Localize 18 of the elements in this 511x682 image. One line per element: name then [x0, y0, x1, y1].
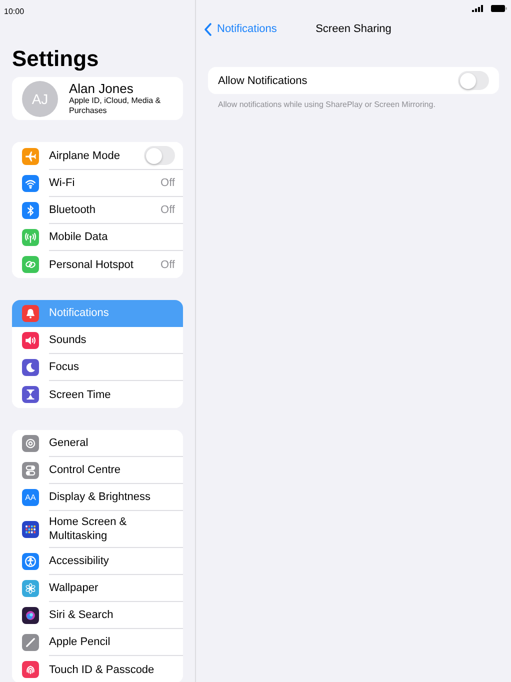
letters-icon: AA — [22, 489, 39, 506]
status-time: 10:00 — [4, 7, 24, 16]
signal-icon — [472, 4, 483, 12]
row-label: Allow Notifications — [218, 74, 308, 86]
chevron-left-icon — [204, 22, 212, 36]
profile-subtitle: Apple ID, iCloud, Media & Purchases — [69, 96, 162, 116]
toggle-switch[interactable] — [458, 71, 489, 90]
profile-name: Alan Jones — [69, 81, 134, 96]
avatar: AJ — [22, 80, 58, 116]
battery-icon — [491, 4, 507, 12]
page-title: Settings — [12, 46, 100, 72]
toggle-switch[interactable] — [144, 146, 175, 165]
screen-title: Screen Sharing — [316, 23, 392, 35]
status-value: Off — [160, 204, 175, 216]
status-value: Off — [160, 258, 175, 270]
status-value: Off — [160, 177, 175, 189]
profile-card[interactable]: AJ Alan Jones Apple ID, iCloud, Media & Purchases — [12, 77, 183, 120]
footer-note: Allow notifications while using SharePlay or Screen Mirroring. — [218, 100, 436, 109]
